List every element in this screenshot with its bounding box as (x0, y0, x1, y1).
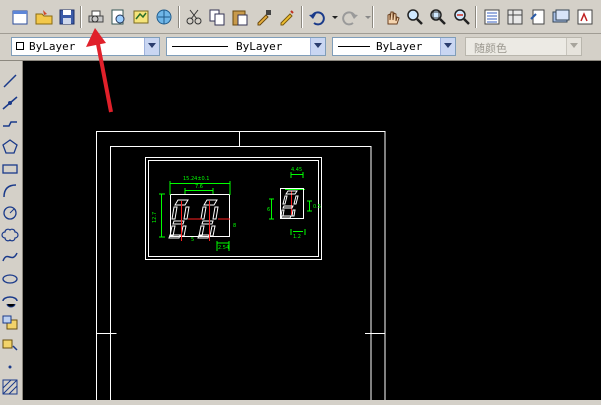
undo-icon[interactable] (307, 7, 327, 27)
make-block-icon[interactable] (1, 336, 19, 354)
dim-label: 5 (191, 237, 194, 243)
design-center-icon[interactable] (505, 7, 525, 27)
chevron-down-icon[interactable] (144, 38, 159, 55)
revision-cloud-icon[interactable] (1, 226, 19, 244)
match-properties-icon[interactable] (254, 7, 274, 27)
dim-label: 7.6 (195, 184, 203, 190)
linetype-combo[interactable]: ByLayer (166, 37, 326, 56)
insert-block-icon[interactable] (1, 314, 19, 332)
lineweight-combo[interactable]: ByLayer (332, 37, 456, 56)
dim-label: 6 (267, 207, 270, 213)
zoom-previous-icon[interactable] (451, 7, 471, 27)
copy-icon[interactable] (207, 7, 227, 27)
color-swatch (16, 42, 24, 50)
dim-label: 15.24±0.1 (183, 176, 209, 182)
standard-toolbar (0, 0, 601, 34)
arc-icon[interactable] (1, 182, 19, 200)
rectangle-icon[interactable] (1, 160, 19, 178)
new-icon[interactable] (10, 7, 30, 27)
dim-label: 4.45 (291, 167, 302, 173)
construction-line-icon[interactable] (1, 94, 19, 112)
cut-icon[interactable] (184, 7, 204, 27)
save-icon[interactable] (57, 7, 77, 27)
publish-icon[interactable] (131, 7, 151, 27)
layer-combo[interactable]: ByLayer (11, 37, 160, 56)
sheet-set-icon[interactable] (551, 7, 571, 27)
drawing-svg: 15.24±0.1 7.6 12.7 4.45 2.54 1.2 0.5 6 8… (96, 131, 386, 400)
redo-dropdown-icon[interactable] (358, 7, 371, 27)
chevron-down-icon[interactable] (440, 38, 455, 55)
dim-label: 12.7 (152, 212, 158, 223)
sheet-frame (96, 131, 386, 400)
undo-dropdown-icon[interactable] (325, 7, 338, 27)
ellipse-arc-icon[interactable] (1, 292, 19, 310)
two-digit-display-outline (168, 194, 230, 239)
dim-label: 8 (233, 223, 236, 229)
linetype-value: ByLayer (236, 40, 283, 53)
point-icon[interactable] (1, 358, 19, 376)
print-icon[interactable] (86, 7, 106, 27)
zoom-realtime-icon[interactable] (405, 7, 425, 27)
hatch-icon[interactable] (1, 378, 19, 396)
chevron-down-icon (566, 38, 581, 55)
tool-palettes-icon[interactable] (528, 7, 548, 27)
markup-icon[interactable] (575, 7, 595, 27)
lineweight-sample (338, 46, 370, 47)
chevron-down-icon[interactable] (310, 38, 325, 55)
spline-icon[interactable] (1, 248, 19, 266)
pan-icon[interactable] (382, 7, 402, 27)
redo-icon[interactable] (340, 7, 360, 27)
line-icon[interactable] (1, 72, 19, 90)
block-editor-icon[interactable] (277, 7, 297, 27)
3d-publish-icon[interactable] (154, 7, 174, 27)
properties-icon[interactable] (482, 7, 502, 27)
linetype-sample (172, 46, 228, 47)
dim-label: 1.2 (293, 234, 301, 240)
drawing-canvas[interactable]: 15.24±0.1 7.6 12.7 4.45 2.54 1.2 0.5 6 8… (23, 61, 601, 400)
dim-label: 0.5 (313, 204, 321, 210)
zoom-window-icon[interactable] (428, 7, 448, 27)
ellipse-icon[interactable] (1, 270, 19, 288)
layer-value: ByLayer (29, 40, 76, 53)
dim-label: 2.54 (218, 245, 229, 251)
plotstyle-combo: 随颜色 (465, 37, 582, 56)
plotstyle-value: 随颜色 (474, 42, 507, 55)
polygon-icon[interactable] (1, 138, 19, 156)
lineweight-value: ByLayer (376, 40, 423, 53)
properties-toolbar: ByLayer ByLayer ByLayer 随颜色 (0, 34, 601, 61)
draw-toolbar (0, 61, 23, 400)
center-lines (181, 191, 292, 241)
circle-icon[interactable] (1, 204, 19, 222)
open-icon[interactable] (34, 7, 54, 27)
paste-icon[interactable] (230, 7, 250, 27)
polyline-icon[interactable] (1, 116, 19, 134)
print-preview-icon[interactable] (108, 7, 128, 27)
